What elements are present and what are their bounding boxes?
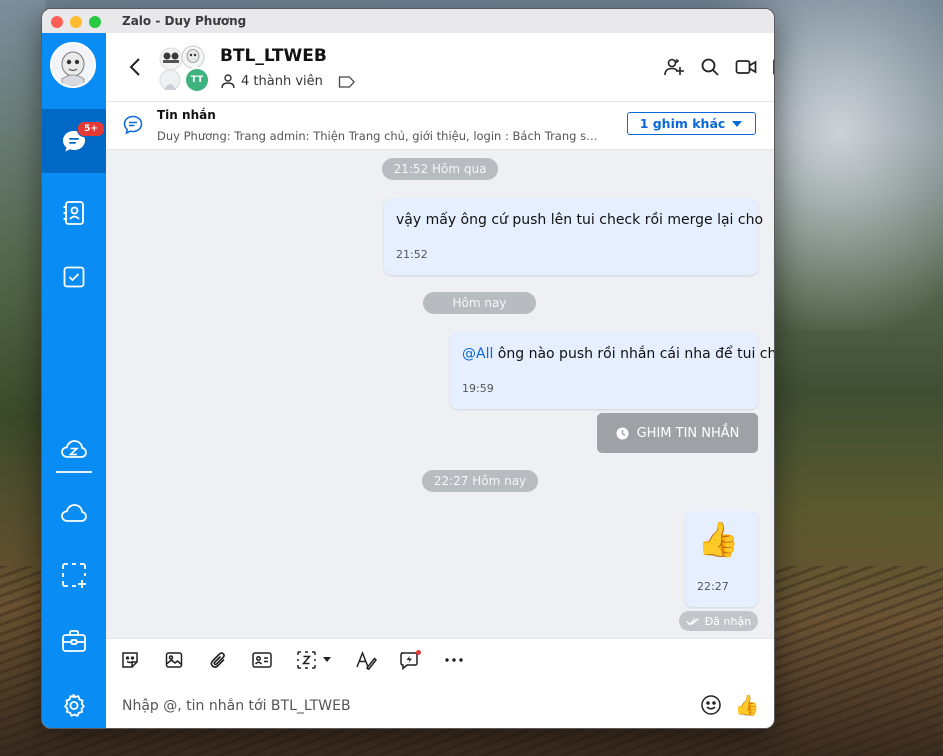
delivery-status-badge: Đã nhận: [679, 611, 758, 631]
emoji-icon[interactable]: [697, 691, 725, 719]
capture-icon[interactable]: [293, 647, 337, 673]
todo-icon[interactable]: [54, 257, 94, 297]
member-count-label: 4 thành viên: [241, 73, 323, 89]
message-input[interactable]: [120, 692, 684, 720]
side-panel-icon[interactable]: [768, 53, 774, 81]
add-member-icon[interactable]: [660, 53, 688, 81]
attach-icon[interactable]: [205, 647, 231, 673]
back-icon[interactable]: [124, 55, 146, 79]
contact-card-icon[interactable]: [249, 647, 275, 673]
title-bar: Zalo - Duy Phương: [42, 9, 774, 34]
message-time: 22:27: [697, 580, 729, 593]
screenshot-icon[interactable]: [54, 555, 94, 595]
group-name[interactable]: BTL_LTWEB: [220, 46, 327, 66]
pin-message-label: GHIM TIN NHẮN: [636, 425, 740, 441]
more-icon[interactable]: [441, 647, 467, 673]
window-title: Zalo - Duy Phương: [122, 14, 247, 28]
message-text: vậy mấy ông cứ push lên tui check rồi me…: [396, 212, 764, 228]
app-window: Zalo - Duy Phương 5+ TT BTL_LTWEB 4 thàn…: [41, 8, 775, 729]
composer-toolbar: [106, 638, 774, 681]
more-pins-button[interactable]: 1 ghim khác: [627, 112, 756, 135]
member-initials-avatar: TT: [184, 67, 210, 93]
message-bubble[interactable]: @All ông nào push rồi nhắn cái nha để tu…: [450, 332, 774, 409]
label-tag-icon[interactable]: [338, 74, 356, 93]
member-count[interactable]: 4 thành viên: [220, 73, 323, 89]
format-text-icon[interactable]: [353, 647, 379, 673]
search-icon[interactable]: [696, 53, 724, 81]
cloud-icon[interactable]: [54, 493, 94, 533]
sidebar: 5+: [42, 33, 106, 728]
date-chip: Hôm nay: [423, 292, 536, 314]
sidebar-divider: [56, 471, 92, 473]
date-chip: 21:52 Hôm qua: [382, 158, 498, 180]
date-chip: 22:27 Hôm nay: [422, 470, 538, 492]
zcloud-icon[interactable]: [54, 429, 94, 469]
person-icon: [221, 74, 235, 89]
user-avatar[interactable]: [50, 42, 96, 88]
thumbs-up-sticker: 👍: [697, 520, 740, 560]
image-icon[interactable]: [161, 647, 187, 673]
pinned-message-bar[interactable]: Tin nhắn Duy Phương: Trang admin: Thiện …: [106, 102, 774, 150]
pinned-chat-icon: [122, 114, 144, 140]
avatar-image-icon: [52, 44, 94, 86]
message-text: @All ông nào push rồi nhắn cái nha để tu…: [462, 346, 774, 362]
message-bubble[interactable]: vậy mấy ông cứ push lên tui check rồi me…: [384, 198, 764, 275]
window-minimize-button[interactable]: [70, 16, 82, 28]
message-bubble[interactable]: 👍 22:27: [685, 511, 758, 607]
pinned-message-text: Duy Phương: Trang admin: Thiện Trang chủ…: [157, 129, 602, 143]
pinned-title: Tin nhắn: [157, 108, 216, 122]
unread-badge: 5+: [77, 121, 105, 137]
more-pins-label: 1 ghim khác: [639, 116, 726, 131]
message-list[interactable]: 21:52 Hôm qua vậy mấy ông cứ push lên tu…: [106, 150, 774, 638]
clock-icon: [616, 427, 629, 439]
message-time: 21:52: [396, 248, 428, 261]
double-check-icon: [686, 617, 699, 625]
message-time: 19:59: [462, 382, 494, 395]
composer: 👍: [106, 680, 774, 728]
message-body: ông nào push rồi nhắn cái nha để tui che…: [493, 346, 774, 362]
contacts-icon[interactable]: [54, 193, 94, 233]
pin-message-button[interactable]: GHIM TIN NHẮN: [597, 413, 758, 453]
delivery-status-label: Đã nhận: [704, 614, 752, 628]
settings-icon[interactable]: [54, 685, 94, 725]
sidebar-item-messages[interactable]: 5+: [42, 109, 106, 173]
toolbox-icon[interactable]: [54, 621, 94, 661]
group-avatar[interactable]: TT: [158, 44, 210, 93]
mention-all[interactable]: @All: [462, 346, 493, 362]
chat-header: TT BTL_LTWEB 4 thành viên: [106, 33, 774, 102]
thumbs-up-icon[interactable]: 👍: [733, 691, 761, 719]
sticker-icon[interactable]: [117, 647, 143, 673]
quick-message-icon[interactable]: [397, 647, 423, 673]
window-maximize-button[interactable]: [89, 16, 101, 28]
window-close-button[interactable]: [51, 16, 63, 28]
video-call-icon[interactable]: [732, 53, 760, 81]
caret-down-icon: [732, 120, 743, 127]
